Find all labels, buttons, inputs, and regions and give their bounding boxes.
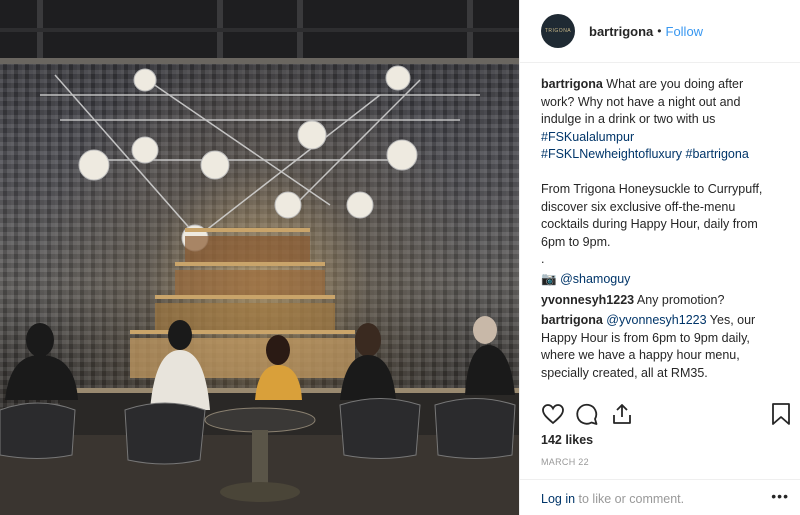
heart-icon[interactable]: [541, 402, 565, 426]
comment-text: Any promotion?: [634, 292, 725, 307]
likes-count[interactable]: 142 likes: [541, 433, 593, 447]
more-options-icon[interactable]: •••: [771, 488, 789, 504]
post-photo[interactable]: [0, 0, 519, 515]
avatar-logo-text: TRIGONA: [544, 28, 572, 34]
follow-button[interactable]: Follow: [666, 24, 704, 39]
post-side-panel: TRIGONA bartrigona • Follow bartrigona W…: [519, 0, 800, 515]
comment-mention[interactable]: @yvonnesyh1223: [606, 313, 706, 327]
action-bar: [541, 402, 791, 428]
post-username[interactable]: bartrigona: [589, 24, 653, 39]
comment-item: yvonnesyh1223 Any promotion?: [541, 292, 777, 310]
separator-dot: •: [657, 24, 662, 38]
post-date[interactable]: MARCH 22: [541, 457, 589, 467]
mention-shamoguy[interactable]: @shamoguy: [560, 272, 630, 286]
comment-item: bartrigona @yvonnesyh1223 Yes, our Happy…: [541, 312, 777, 382]
camera-icon: 📷: [541, 271, 557, 286]
bar-scene-illustration: [0, 0, 519, 515]
caption: bartrigona What are you doing after work…: [541, 76, 777, 289]
hashtag-fsklnewheightofluxury[interactable]: #FSKLNewheightofluxury: [541, 147, 682, 161]
hashtag-fskualalumpur[interactable]: #FSKualalumpur: [541, 130, 634, 144]
caption-dot: .: [541, 252, 545, 267]
login-link[interactable]: Log in: [541, 492, 575, 506]
comment-footer: Log in to like or comment. •••: [520, 479, 800, 515]
comments-section: bartrigona What are you doing after work…: [541, 76, 777, 383]
post-header: TRIGONA bartrigona • Follow: [520, 0, 800, 63]
login-prompt: Log in to like or comment.: [541, 492, 684, 506]
comment-username[interactable]: yvonnesyh1223: [541, 293, 634, 307]
photo-credit: 📷 @shamoguy: [541, 271, 777, 289]
comment-username[interactable]: bartrigona: [541, 313, 603, 327]
bookmark-icon[interactable]: [770, 402, 792, 426]
hashtag-bartrigona[interactable]: #bartrigona: [686, 147, 749, 161]
caption-paragraph: From Trigona Honeysuckle to Currypuff, d…: [541, 181, 763, 249]
caption-username[interactable]: bartrigona: [541, 77, 603, 91]
avatar[interactable]: TRIGONA: [541, 14, 575, 48]
login-prompt-text: to like or comment.: [575, 492, 685, 506]
share-icon[interactable]: [610, 402, 634, 426]
comment-icon[interactable]: [575, 402, 599, 426]
